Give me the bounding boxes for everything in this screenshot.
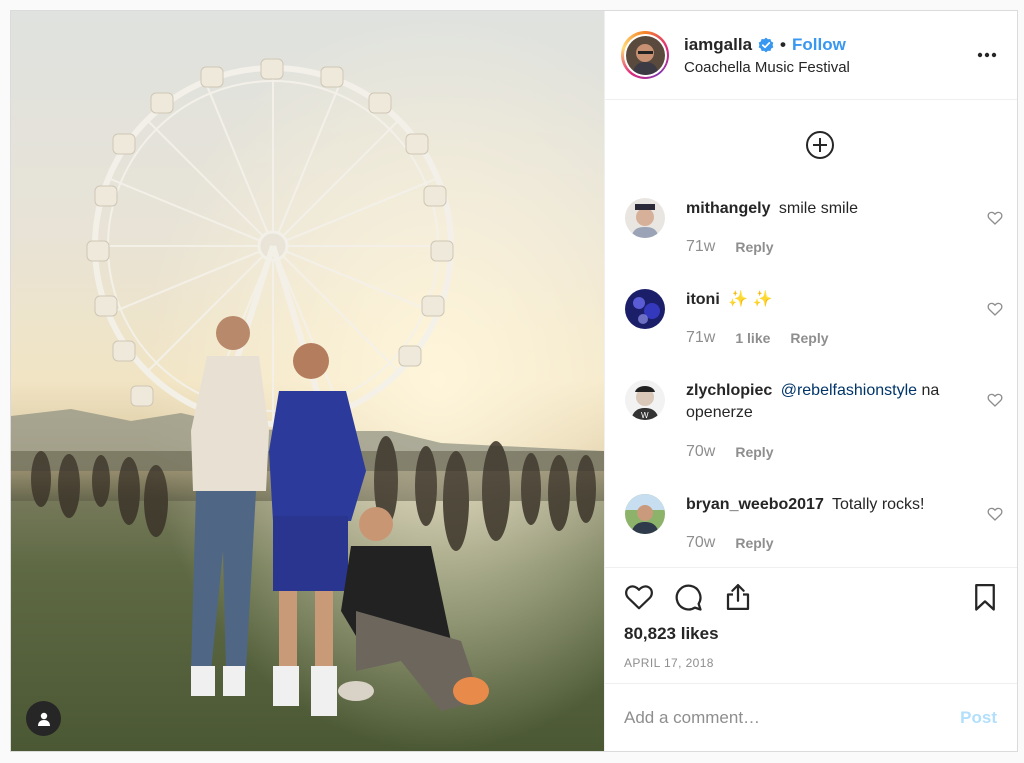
- comment-like-heart-icon[interactable]: [987, 506, 1003, 522]
- likes-count[interactable]: 80,823 likes: [624, 624, 719, 644]
- post-comment-button[interactable]: Post: [960, 708, 997, 728]
- comment-avatar[interactable]: [625, 198, 665, 238]
- comment-likes-count[interactable]: 1 like: [735, 330, 770, 346]
- heart-icon[interactable]: [624, 582, 654, 612]
- comment-input[interactable]: [624, 707, 961, 728]
- comment-avatar[interactable]: [625, 289, 665, 329]
- comment-like-heart-icon[interactable]: [987, 392, 1003, 408]
- avatar[interactable]: [625, 35, 665, 75]
- add-comment-bar: Post: [605, 683, 1017, 751]
- comment-username[interactable]: zlychlopiec: [686, 382, 772, 399]
- location-link[interactable]: Coachella Music Festival: [684, 59, 975, 76]
- comment-time[interactable]: 70w: [686, 443, 715, 461]
- reply-button[interactable]: Reply: [735, 535, 773, 551]
- comment-like-heart-icon[interactable]: [987, 210, 1003, 226]
- reply-button[interactable]: Reply: [735, 444, 773, 460]
- comment-text: Totally rocks!: [832, 496, 925, 513]
- follow-button[interactable]: Follow: [792, 35, 846, 55]
- comment-avatar[interactable]: W: [625, 380, 665, 420]
- bookmark-icon[interactable]: [970, 582, 1000, 612]
- svg-text:W: W: [641, 411, 649, 420]
- comment-username[interactable]: bryan_weebo2017: [686, 496, 824, 513]
- username[interactable]: iamgalla: [684, 35, 752, 55]
- comment-like-heart-icon[interactable]: [987, 301, 1003, 317]
- comment-icon[interactable]: [673, 582, 703, 612]
- comment-username[interactable]: itoni: [686, 291, 720, 308]
- instagram-post: iamgalla • Follow Coachella Music Festiv…: [10, 10, 1018, 752]
- post-date[interactable]: APRIL 17, 2018: [624, 656, 714, 670]
- load-more-comments-icon[interactable]: [805, 130, 835, 160]
- comment-time[interactable]: 71w: [686, 238, 715, 256]
- comment-text: smile smile: [778, 200, 859, 217]
- post-photo-scene: [11, 11, 604, 751]
- comment-avatar[interactable]: [625, 494, 665, 534]
- verified-badge-icon: [758, 37, 774, 53]
- comment-username[interactable]: mithangely: [686, 200, 770, 217]
- more-options-icon[interactable]: [975, 52, 999, 58]
- comment-text: ✨ ✨: [728, 291, 773, 308]
- separator-dot: •: [780, 34, 786, 54]
- reply-button[interactable]: Reply: [735, 239, 773, 255]
- post-sidebar: iamgalla • Follow Coachella Music Festiv…: [604, 11, 1017, 751]
- comment-mention[interactable]: @rebelfashionstyle: [781, 382, 917, 399]
- comments-list: mithangely smile smile 71w Reply itoni ✨…: [605, 100, 1017, 567]
- comment-time[interactable]: 71w: [686, 329, 715, 347]
- story-ring[interactable]: [621, 31, 669, 79]
- post-header: iamgalla • Follow Coachella Music Festiv…: [605, 11, 1017, 100]
- user-icon: [37, 712, 50, 726]
- post-actions: 80,823 likes APRIL 17, 2018: [605, 567, 1017, 683]
- share-icon[interactable]: [723, 582, 753, 612]
- tagged-users-button[interactable]: [26, 701, 61, 736]
- post-photo[interactable]: [11, 11, 604, 751]
- reply-button[interactable]: Reply: [790, 330, 828, 346]
- comment-time[interactable]: 70w: [686, 534, 715, 552]
